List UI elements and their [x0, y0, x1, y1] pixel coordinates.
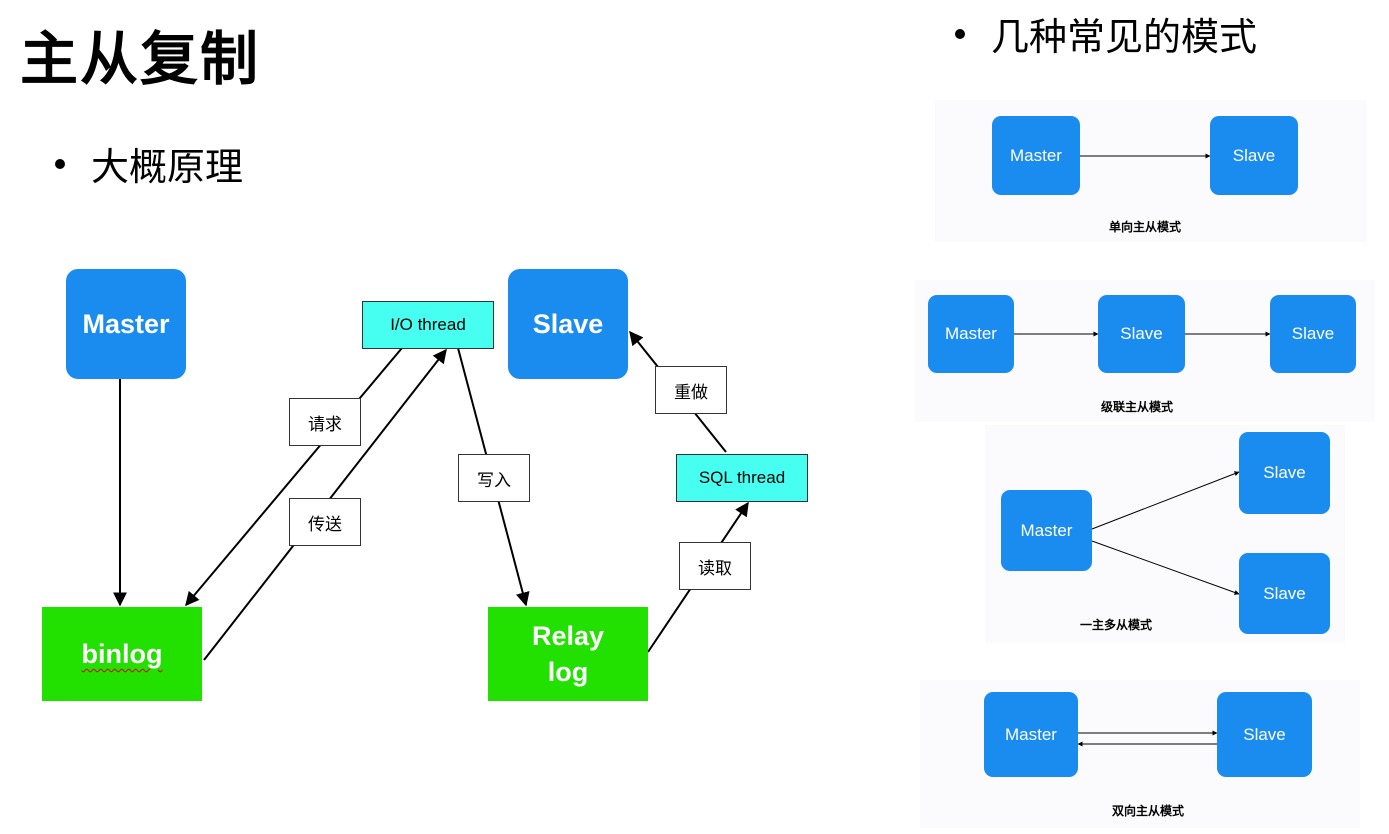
binlog-label: binlog [81, 639, 163, 669]
sql-thread-node: SQL thread [676, 454, 808, 502]
edge-io-request [185, 347, 403, 607]
bidir-slave-node: Slave [1217, 692, 1312, 777]
cascade-slave-node-2: Slave [1270, 295, 1356, 373]
fanout-master-node: Master [1001, 490, 1092, 571]
relay-log-label-line1: Relay [531, 621, 605, 651]
slave-node: Slave [508, 269, 628, 379]
caption-one-to-many: 一主多从模式 [1079, 618, 1152, 632]
oneway-master-node: Master [992, 116, 1080, 195]
fanout-slave-node-1: Slave [1239, 432, 1330, 514]
edge-label-redo: 重做 [655, 366, 727, 414]
diagram-connectors [113, 153, 1271, 747]
master-node: Master [66, 269, 186, 379]
edge-label-read: 读取 [679, 542, 751, 590]
edge-fanout-1 [1091, 471, 1240, 530]
relay-log-node: Relay log [488, 607, 648, 701]
cascade-master-node: Master [928, 295, 1014, 373]
edge-fanout-2 [1091, 540, 1240, 595]
fanout-slave-node-2: Slave [1239, 553, 1330, 634]
edge-label-request: 请求 [289, 398, 361, 446]
caption-bidirectional: 双向主从模式 [1111, 804, 1184, 818]
relay-log-label-line2: log [547, 657, 589, 687]
io-thread-node: I/O thread [362, 301, 494, 349]
binlog-node: binlog [42, 607, 202, 701]
caption-one-way: 单向主从模式 [1108, 220, 1181, 234]
edge-label-write: 写入 [458, 454, 530, 502]
caption-cascade: 级联主从模式 [1100, 400, 1173, 414]
bidir-master-node: Master [984, 692, 1078, 777]
edge-label-transfer: 传送 [289, 498, 361, 546]
cascade-slave-node-1: Slave [1098, 295, 1185, 373]
oneway-slave-node: Slave [1210, 116, 1298, 195]
